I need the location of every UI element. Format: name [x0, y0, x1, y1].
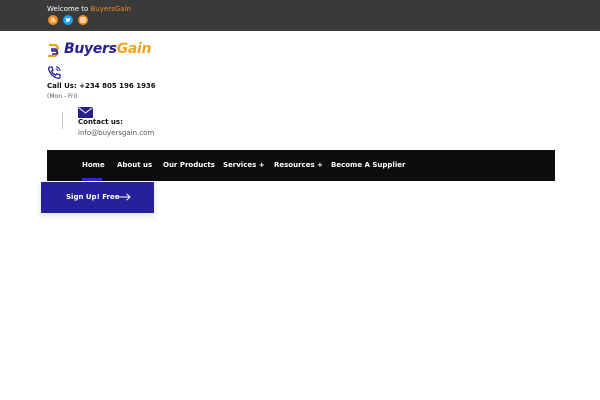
arrow-right-icon	[118, 193, 131, 201]
nav-item-services[interactable]: Services +	[223, 161, 265, 169]
signup-button[interactable]: Sign Up! Free	[41, 182, 154, 213]
call-hours: (Mon - Fri)	[47, 93, 78, 100]
nav-item-resources[interactable]: Resources +	[274, 161, 323, 169]
signup-label: Sign Up! Free	[66, 193, 120, 201]
contact-us-label: Contact us:	[78, 118, 123, 126]
rss-icon[interactable]	[48, 15, 58, 25]
nav-item-our-products[interactable]: Our Products	[163, 161, 215, 169]
contact-divider	[62, 112, 63, 129]
welcome-prefix: Welcome to	[47, 5, 91, 13]
nav-active-indicator	[82, 178, 102, 181]
call-us-phone[interactable]: Call Us: +234 805 196 1936	[47, 82, 156, 90]
nav-item-home[interactable]: Home	[82, 161, 105, 169]
top-bar: Welcome to BuyersGain	[0, 0, 600, 31]
logo-text-part1: Buyers	[64, 41, 117, 57]
contact-email[interactable]: info@buyersgain.com	[78, 129, 154, 137]
instagram-icon[interactable]	[78, 15, 88, 25]
welcome-text: Welcome to BuyersGain	[47, 5, 131, 13]
logo-mark-icon	[48, 43, 59, 58]
mail-icon	[78, 103, 93, 118]
twitter-icon[interactable]	[63, 15, 73, 25]
nav-item-become-a-supplier[interactable]: Become A Supplier	[331, 161, 405, 169]
logo-text: BuyersGain	[64, 41, 152, 57]
nav-item-about-us[interactable]: About us	[117, 161, 152, 169]
logo-text-part2: Gain	[116, 41, 152, 57]
phone-icon	[47, 65, 62, 80]
main-navbar: Home About us Our Products Services + Re…	[47, 150, 555, 181]
welcome-brand[interactable]: BuyersGain	[91, 5, 131, 13]
